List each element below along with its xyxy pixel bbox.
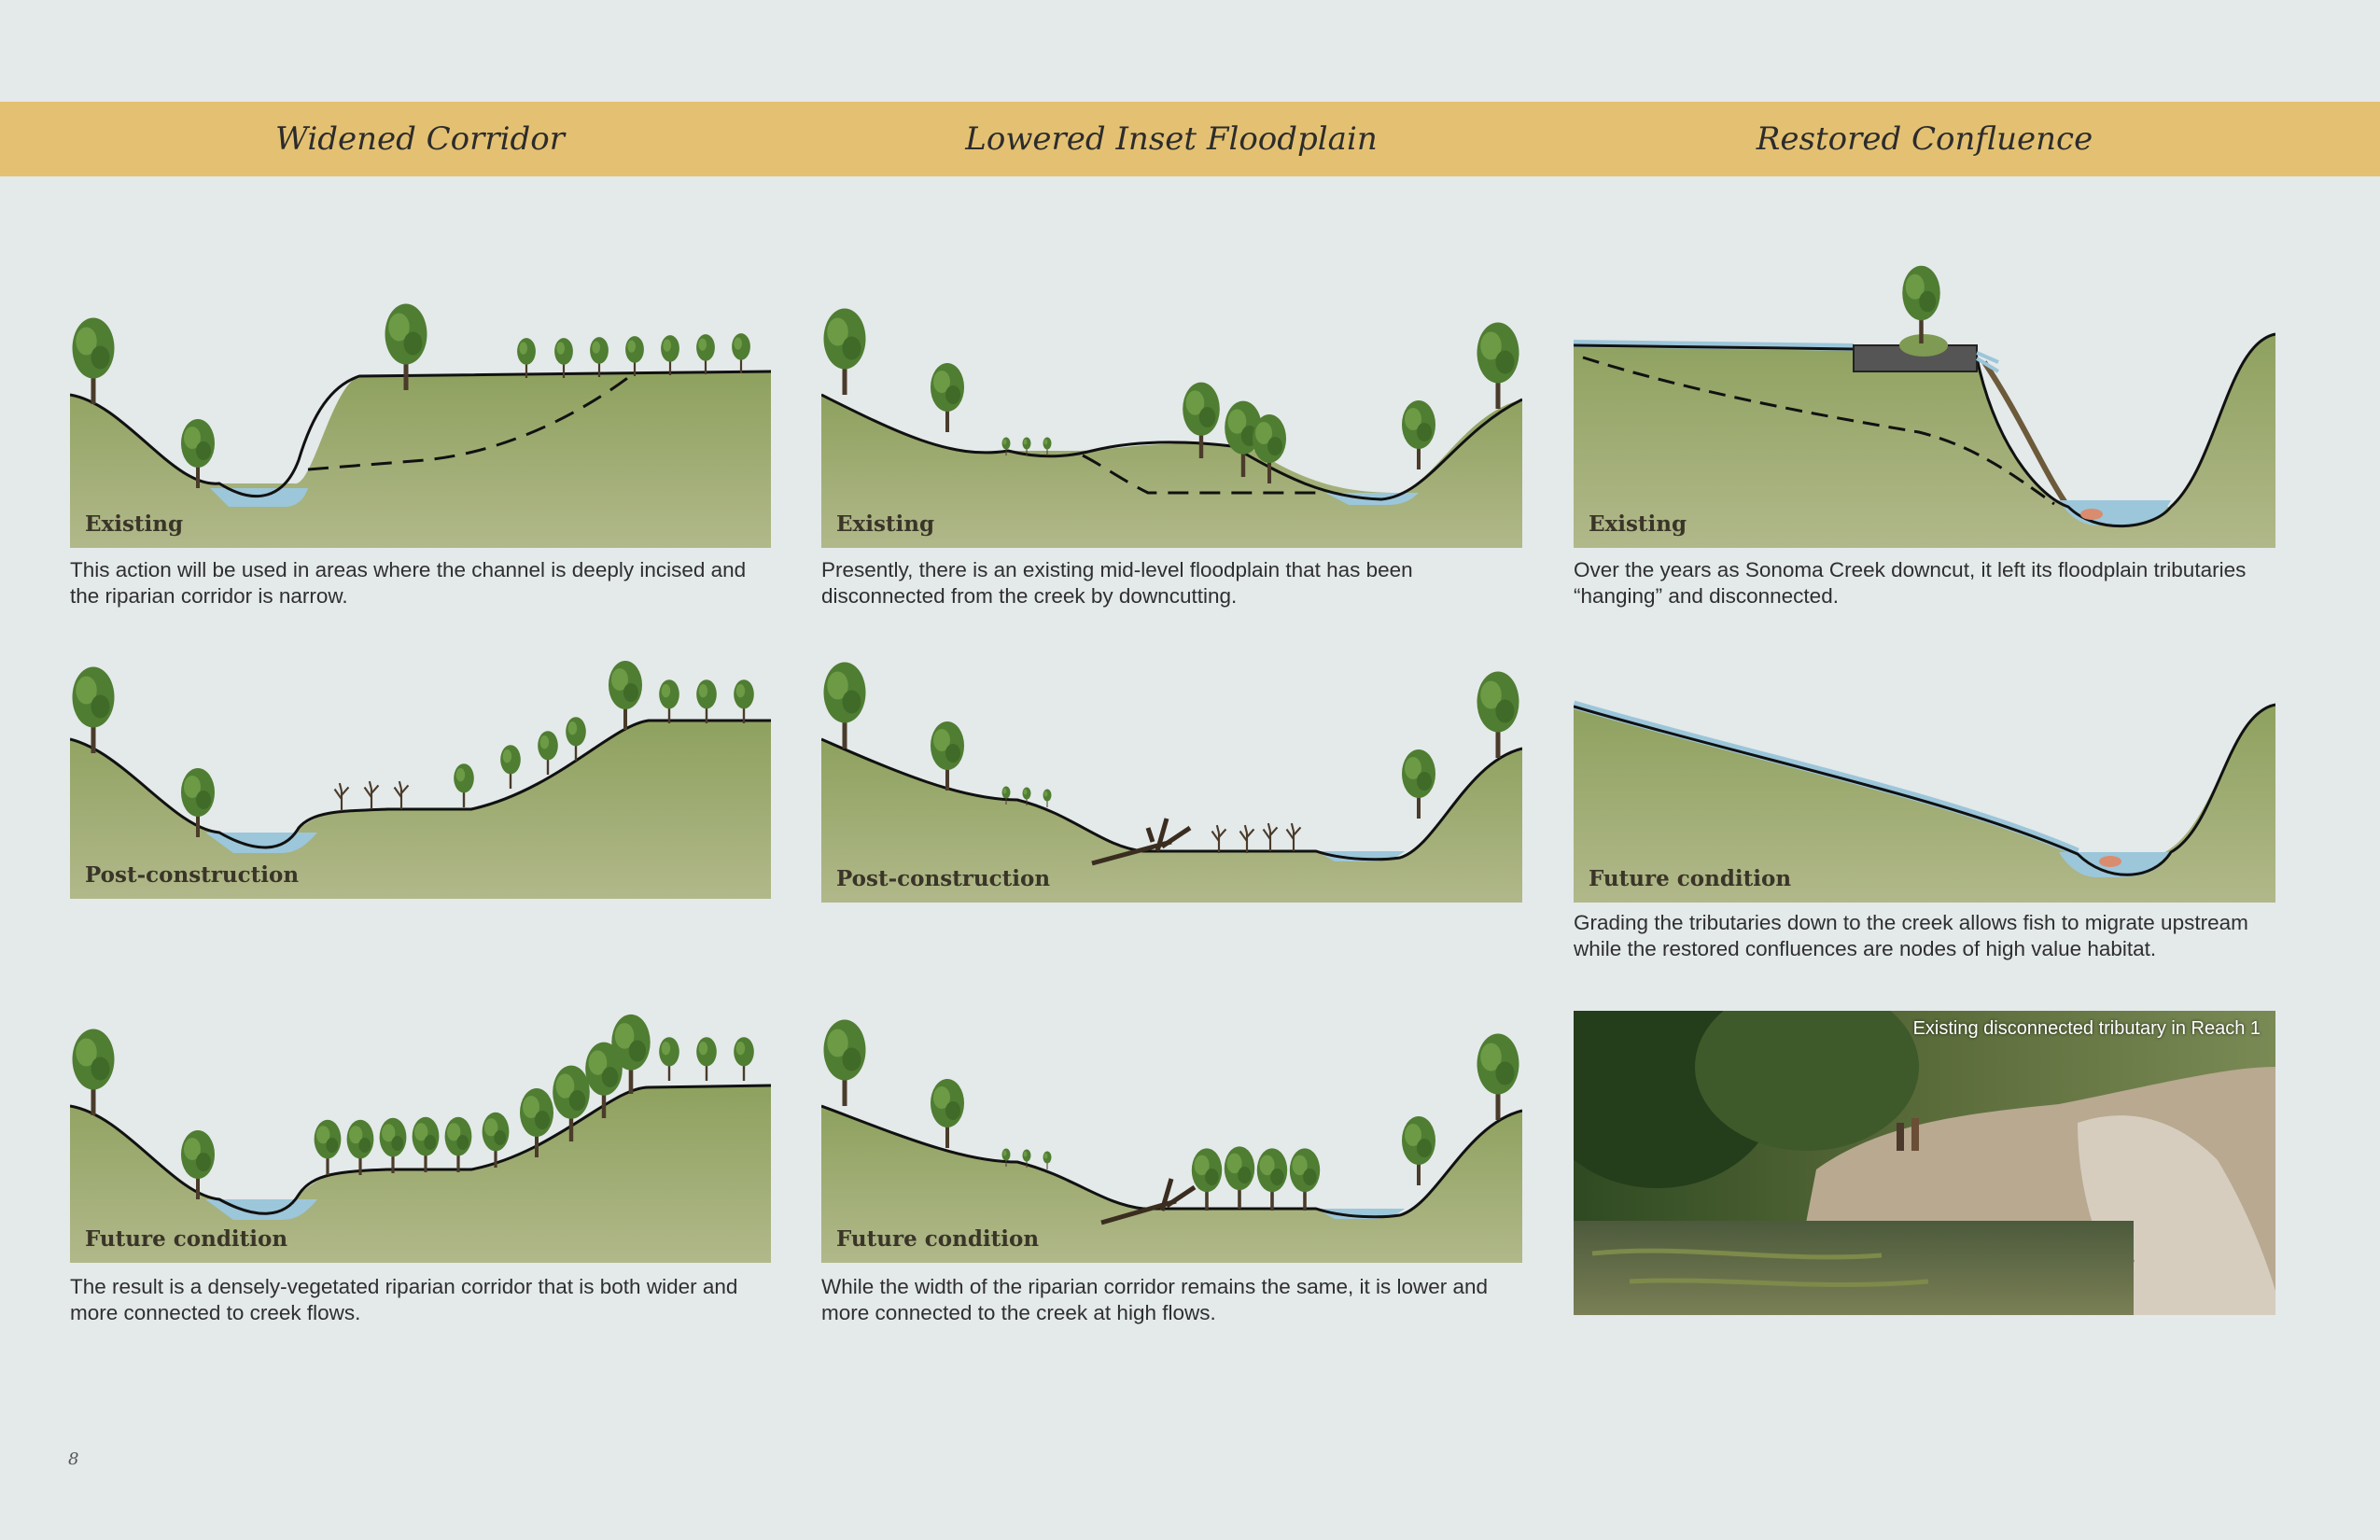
caption-rc-future: Grading the tributaries down to the cree…: [1574, 911, 2248, 960]
lf-post-construction-diagram: Post-construction: [821, 651, 1522, 903]
panel-label: Existing: [1589, 511, 1687, 537]
panel-label: Future condition: [85, 1226, 288, 1252]
column-title-restored-confluence: Restored Confluence: [1756, 120, 2093, 158]
caption-rc-existing: Over the years as Sonoma Creek downcut, …: [1574, 558, 2247, 608]
rc-future-condition-diagram: Future condition: [1574, 686, 2275, 903]
page-number: 8: [68, 1449, 79, 1469]
wc-existing-diagram: Existing: [70, 292, 771, 548]
panel-label: Future condition: [1589, 866, 1792, 891]
column-title-lowered-inset-floodplain: Lowered Inset Floodplain: [965, 120, 1378, 158]
lf-future-condition-diagram: Future condition: [821, 1003, 1522, 1263]
photo-caption: Existing disconnected tributary in Reach…: [1912, 1018, 2261, 1039]
caption-wc-existing: This action will be used in areas where …: [70, 558, 747, 608]
caption-lf-existing: Presently, there is an existing mid-leve…: [821, 558, 1413, 608]
panel-label: Post-construction: [836, 866, 1051, 891]
caption-lf-future: While the width of the riparian corridor…: [821, 1275, 1489, 1324]
panel-label: Existing: [836, 511, 935, 537]
tributary-photo: Existing disconnected tributary in Reach…: [1574, 1011, 2275, 1315]
column-title-widened-corridor: Widened Corridor: [274, 120, 566, 158]
panel-label: Future condition: [836, 1226, 1040, 1252]
panel-label: Existing: [85, 511, 184, 537]
panel-label: Post-construction: [85, 862, 300, 888]
wc-post-construction-diagram: Post-construction: [70, 651, 771, 899]
caption-wc-future: The result is a densely-vegetated ripari…: [70, 1275, 738, 1324]
title-banner: Widened Corridor Lowered Inset Floodplai…: [0, 102, 2380, 176]
lf-existing-diagram: Existing: [821, 292, 1522, 548]
rc-existing-diagram: Existing: [1574, 259, 2275, 548]
wc-future-condition-diagram: Future condition: [70, 1003, 771, 1263]
